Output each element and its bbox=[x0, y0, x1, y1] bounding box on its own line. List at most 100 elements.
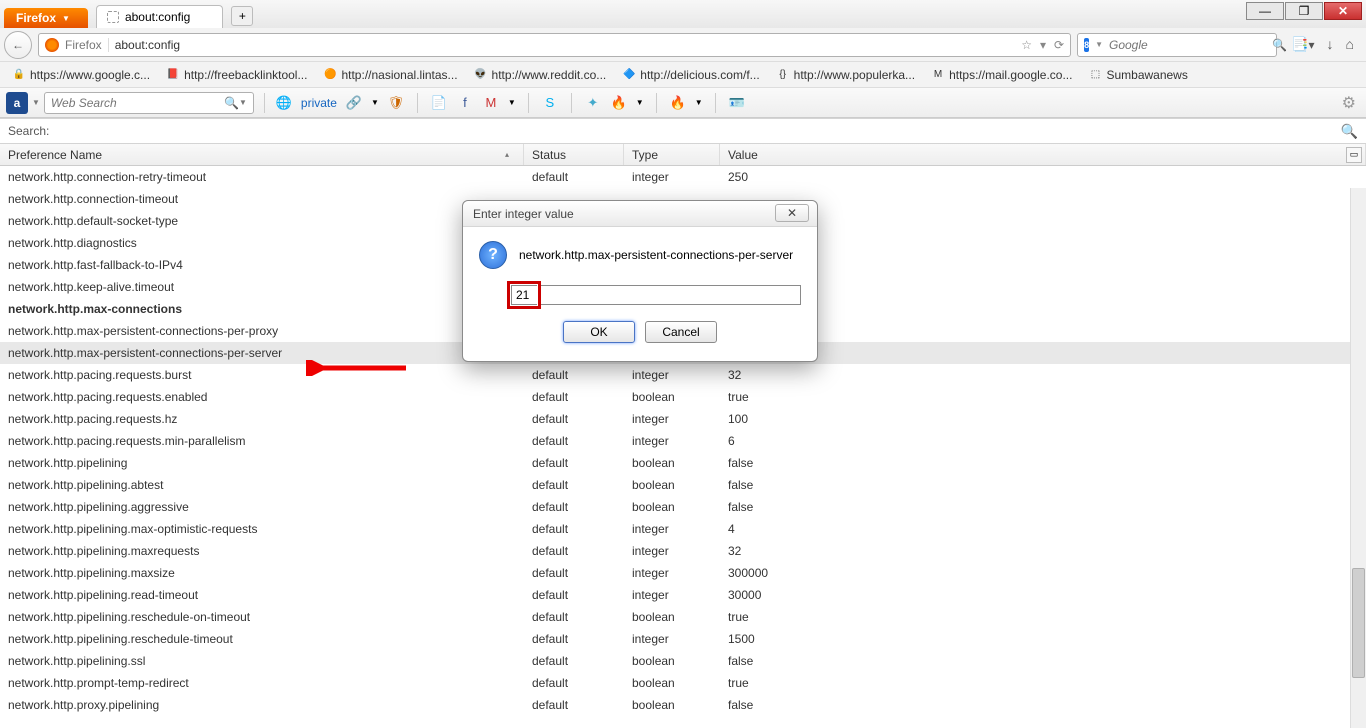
col-header-name[interactable]: Preference Name ▴ bbox=[0, 144, 524, 165]
pref-row[interactable]: network.http.proxy.pipeliningdefaultbool… bbox=[0, 694, 1366, 716]
pref-row[interactable]: network.http.pacing.requests.hzdefaultin… bbox=[0, 408, 1366, 430]
pref-row[interactable]: network.http.pipeliningdefaultbooleanfal… bbox=[0, 452, 1366, 474]
separator bbox=[417, 93, 418, 113]
column-picker-button[interactable]: ▭ bbox=[1346, 147, 1362, 163]
chevron-down-icon[interactable]: ▼ bbox=[508, 98, 516, 107]
bookmark-item[interactable]: Mhttps://mail.google.co... bbox=[925, 65, 1078, 85]
pref-row[interactable]: network.http.prompt-temp-redirectdefault… bbox=[0, 672, 1366, 694]
favicon-icon: 👽 bbox=[474, 68, 488, 82]
facebook-icon[interactable]: f bbox=[456, 94, 474, 112]
search-engine-icon[interactable]: 8 bbox=[1084, 38, 1089, 52]
favicon-icon: 🔒 bbox=[12, 68, 26, 82]
bookmarks-menu-button[interactable]: 📑▾ bbox=[1291, 36, 1314, 53]
pref-search-input[interactable] bbox=[55, 122, 1334, 140]
page-icon[interactable]: 📄 bbox=[430, 94, 448, 112]
sort-indicator-icon: ▴ bbox=[505, 150, 509, 159]
chevron-down-icon[interactable]: ▼ bbox=[371, 98, 379, 107]
search-icon[interactable]: 🔍 bbox=[224, 96, 239, 110]
dialog-body: ? network.http.max-persistent-connection… bbox=[463, 227, 817, 361]
flame-icon[interactable]: 🔥 bbox=[610, 94, 628, 112]
pref-row[interactable]: network.http.pipelining.reschedule-timeo… bbox=[0, 628, 1366, 650]
pref-row[interactable]: network.http.pipelining.max-optimistic-r… bbox=[0, 518, 1366, 540]
pref-value: 32 bbox=[720, 368, 1366, 382]
chevron-down-icon[interactable]: ▼ bbox=[32, 98, 40, 107]
question-icon: ? bbox=[479, 241, 507, 269]
pref-row[interactable]: network.http.pipelining.read-timeoutdefa… bbox=[0, 584, 1366, 606]
close-window-button[interactable]: ✕ bbox=[1324, 2, 1362, 20]
vertical-scrollbar[interactable] bbox=[1350, 188, 1366, 728]
pref-status: default bbox=[524, 676, 624, 690]
reload-icon[interactable]: ⟳ bbox=[1054, 38, 1064, 52]
history-dropdown-icon[interactable]: ▾ bbox=[1040, 38, 1046, 52]
pref-row[interactable]: network.http.pacing.requests.enableddefa… bbox=[0, 386, 1366, 408]
back-button[interactable]: ← bbox=[4, 31, 32, 59]
chevron-down-icon[interactable]: ▼ bbox=[239, 98, 247, 107]
card-icon[interactable]: 🪪 bbox=[728, 94, 746, 112]
chevron-down-icon[interactable]: ▼ bbox=[636, 98, 644, 107]
downloads-button[interactable]: ↓ bbox=[1327, 36, 1334, 53]
search-icon[interactable]: 🔍 bbox=[1341, 123, 1358, 140]
mail-icon[interactable]: M bbox=[482, 94, 500, 112]
scrollbar-thumb[interactable] bbox=[1352, 568, 1365, 678]
ask-button[interactable]: a bbox=[6, 92, 28, 114]
pref-row[interactable]: network.http.pipelining.abtestdefaultboo… bbox=[0, 474, 1366, 496]
web-search-field[interactable]: 🔍 ▼ bbox=[44, 92, 254, 114]
pref-name: network.http.pipelining.maxsize bbox=[0, 566, 524, 580]
bookmark-item[interactable]: 📕http://freebacklinktool... bbox=[160, 65, 313, 85]
private-button[interactable]: private bbox=[301, 96, 337, 110]
pref-name: network.http.prompt-temp-redirect bbox=[0, 676, 524, 690]
pref-type: integer bbox=[624, 588, 720, 602]
col-header-type[interactable]: Type bbox=[624, 144, 720, 165]
pref-row[interactable]: network.http.pipelining.aggressivedefaul… bbox=[0, 496, 1366, 518]
pref-status: default bbox=[524, 478, 624, 492]
flame-icon[interactable]: 🔥 bbox=[669, 94, 687, 112]
cancel-button[interactable]: Cancel bbox=[645, 321, 717, 343]
pref-row[interactable]: network.http.pipelining.maxsizedefaultin… bbox=[0, 562, 1366, 584]
gear-icon[interactable]: ⚙ bbox=[1342, 93, 1356, 113]
bookmark-item[interactable]: 👽http://www.reddit.co... bbox=[468, 65, 613, 85]
minimize-button[interactable]: — bbox=[1246, 2, 1284, 20]
bookmark-item[interactable]: 🔒https://www.google.c... bbox=[6, 65, 156, 85]
search-engine-dropdown-icon[interactable]: ▼ bbox=[1095, 40, 1103, 49]
pref-row[interactable]: network.http.pipelining.ssldefaultboolea… bbox=[0, 650, 1366, 672]
new-tab-button[interactable]: + bbox=[231, 6, 253, 26]
col-header-value[interactable]: Value bbox=[720, 144, 1366, 165]
separator bbox=[656, 93, 657, 113]
col-header-status[interactable]: Status bbox=[524, 144, 624, 165]
maximize-button[interactable]: ❐ bbox=[1285, 2, 1323, 20]
bookmark-item[interactable]: 🟠http://nasional.lintas... bbox=[317, 65, 463, 85]
pref-search-row: Search: 🔍 bbox=[0, 118, 1366, 144]
pref-type: integer bbox=[624, 566, 720, 580]
pref-row[interactable]: network.http.pipelining.reschedule-on-ti… bbox=[0, 606, 1366, 628]
url-bar[interactable]: Firefox about:config ☆ ▾ ⟳ bbox=[38, 33, 1071, 57]
pref-name: network.http.fast-fallback-to-IPv4 bbox=[0, 258, 524, 272]
dialog-message-row: ? network.http.max-persistent-connection… bbox=[479, 241, 801, 269]
pref-row[interactable]: network.http.pacing.requests.min-paralle… bbox=[0, 430, 1366, 452]
pref-row[interactable]: network.http.pipelining.maxrequestsdefau… bbox=[0, 540, 1366, 562]
close-icon: ✕ bbox=[1338, 4, 1348, 18]
pref-name: network.http.pipelining bbox=[0, 456, 524, 470]
dialog-close-button[interactable]: ✕ bbox=[775, 204, 809, 222]
bookmark-item[interactable]: {}http://www.populerka... bbox=[770, 65, 921, 85]
integer-input[interactable] bbox=[511, 285, 537, 305]
search-box[interactable]: 8 ▼ 🔍 bbox=[1077, 33, 1277, 57]
integer-input-extent[interactable] bbox=[541, 285, 801, 305]
ok-button[interactable]: OK bbox=[563, 321, 635, 343]
web-search-input[interactable] bbox=[51, 96, 224, 110]
bookmark-item[interactable]: 🔷http://delicious.com/f... bbox=[616, 65, 765, 85]
chevron-down-icon[interactable]: ▼ bbox=[695, 98, 703, 107]
link-icon[interactable]: 🔗 bbox=[345, 94, 363, 112]
home-button[interactable]: ⌂ bbox=[1346, 36, 1354, 53]
sparkle-icon[interactable]: ✦ bbox=[584, 94, 602, 112]
pref-row[interactable]: network.http.connection-retry-timeoutdef… bbox=[0, 166, 1366, 188]
bookmark-star-icon[interactable]: ☆ bbox=[1021, 38, 1032, 52]
skype-icon[interactable]: S bbox=[541, 94, 559, 112]
search-input[interactable] bbox=[1109, 38, 1266, 52]
tab-about-config[interactable]: about:config bbox=[96, 5, 223, 28]
dialog-input-row bbox=[479, 281, 801, 309]
pref-row[interactable]: network.http.pacing.requests.burstdefaul… bbox=[0, 364, 1366, 386]
bookmark-item[interactable]: ⬚Sumbawanews bbox=[1082, 65, 1193, 85]
globe-icon[interactable]: 🌐 bbox=[275, 94, 293, 112]
shield-icon[interactable]: 🛡 bbox=[387, 94, 405, 112]
firefox-menu-button[interactable]: Firefox ▼ bbox=[4, 8, 88, 28]
